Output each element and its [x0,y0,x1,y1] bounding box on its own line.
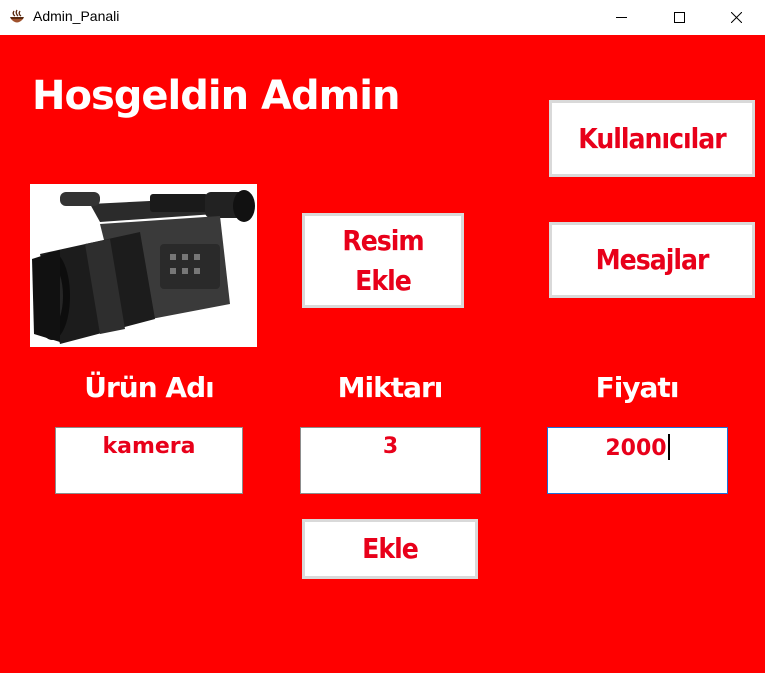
quantity-label: Miktarı [337,371,444,404]
minimize-button[interactable] [592,0,650,35]
maximize-button[interactable] [650,0,708,35]
price-field[interactable]: 2000 [547,427,728,494]
product-name-field[interactable]: kamera [55,427,243,494]
quantity-field[interactable]: 3 [300,427,481,494]
price-value: 2000 [605,436,667,461]
maximize-icon [673,12,685,23]
quantity-value: 3 [382,434,399,459]
camcorder-icon [30,184,257,347]
minimize-icon [615,17,627,18]
product-image [30,184,257,347]
window-titlebar[interactable]: Admin_Panali [0,0,765,35]
close-icon [730,12,742,23]
window-title: Admin_Panali [33,8,120,24]
text-caret [667,434,670,460]
page-title: Hosgeldin Admin [32,73,400,119]
close-button[interactable] [707,0,765,35]
add-image-button[interactable]: Resim Ekle [302,213,464,308]
price-label: Fiyatı [595,371,680,404]
messages-button[interactable]: Mesajlar [549,222,755,298]
product-name-value: kamera [102,434,196,459]
product-name-label: Ürün Adı [84,371,214,404]
users-button[interactable]: Kullanıcılar [549,100,755,177]
admin-panel: Hosgeldin Admin Resim Ekle Kullanıcılar … [0,35,765,673]
app-icon [10,9,24,23]
add-button[interactable]: Ekle [302,519,478,579]
